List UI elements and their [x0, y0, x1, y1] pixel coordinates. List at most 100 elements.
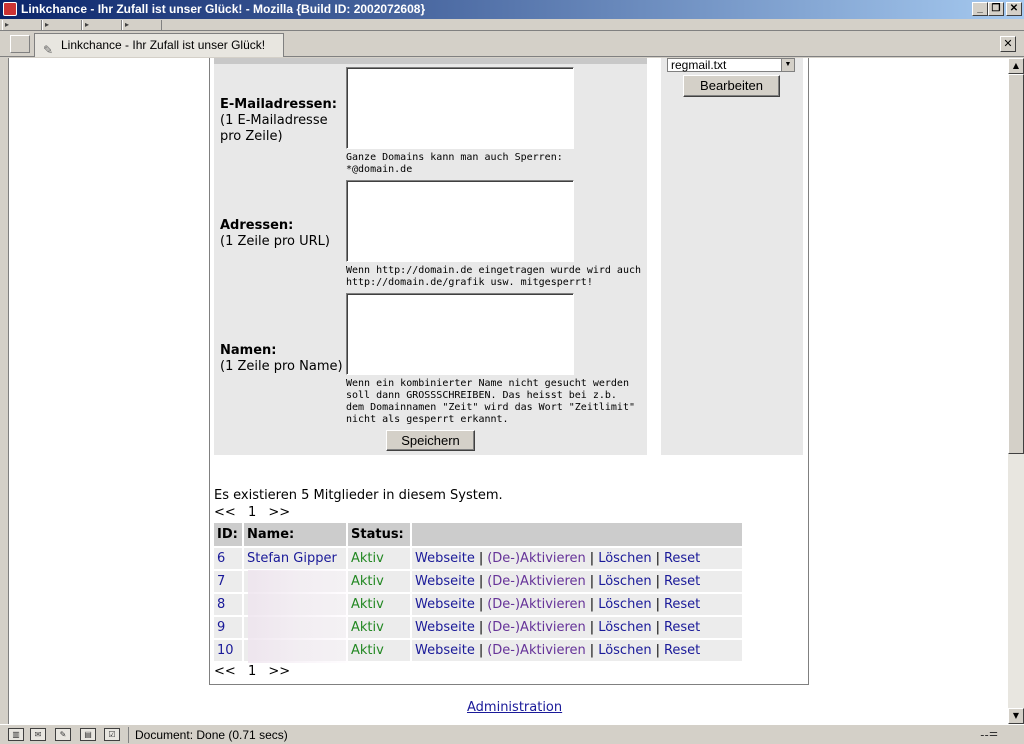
status-text: Document: Done (0.71 secs)	[128, 727, 288, 743]
composer-icon[interactable]: ✎	[55, 728, 71, 741]
pager-top: << 1 >>	[214, 505, 298, 520]
toolbar-grippy[interactable]: ▸	[42, 20, 82, 30]
col-actions	[412, 523, 744, 546]
pager-page[interactable]: 1	[248, 664, 256, 679]
member-status: Aktiv	[348, 571, 412, 592]
names-textarea[interactable]	[346, 293, 574, 375]
urls-hint: Wenn http://domain.de eingetragen wurde …	[346, 265, 642, 288]
administration-link[interactable]: Administration	[467, 700, 562, 715]
mozilla-app-icon	[3, 2, 17, 16]
separator: |	[655, 574, 660, 589]
member-actions: Webseite | (De-)Aktivieren | Löschen | Reset	[412, 640, 744, 661]
separator: |	[478, 574, 484, 589]
website-link[interactable]: Webseite	[415, 620, 475, 635]
col-id: ID:	[214, 523, 244, 546]
tab-linkchance[interactable]: ✎ Linkchance - Ihr Zufall ist unser Glüc…	[34, 33, 284, 57]
col-status: Status:	[348, 523, 412, 546]
email-hint: Ganze Domains kann man auch Sperren: *@do…	[346, 152, 563, 175]
member-actions: Webseite | (De-)Aktivieren | Löschen | Reset	[412, 617, 744, 638]
toggle-active-link[interactable]: (De-)Aktivieren	[487, 574, 586, 589]
toggle-active-link[interactable]: (De-)Aktivieren	[487, 597, 586, 612]
col-name: Name:	[244, 523, 348, 546]
member-id: 7	[214, 571, 244, 592]
scroll-up-icon[interactable]: ▲	[1008, 58, 1024, 74]
member-actions: Webseite | (De-)Aktivieren | Löschen | Reset	[412, 548, 744, 569]
file-select[interactable]: regmail.txt ▼	[667, 58, 795, 72]
close-tab-icon[interactable]: ✕	[1000, 36, 1016, 52]
file-select-value: regmail.txt	[671, 58, 727, 72]
member-id: 6	[214, 548, 244, 569]
separator: |	[589, 551, 595, 566]
status-bar: ▥ ✉ ✎ ▤ ☑ Document: Done (0.71 secs) ⚋⚌	[0, 724, 1024, 744]
delete-link[interactable]: Löschen	[598, 551, 651, 566]
blocklist-form: E-Mailadressen: (1 E-Mailadresse pro Zei…	[214, 58, 647, 455]
delete-link[interactable]: Löschen	[598, 643, 651, 658]
minimize-button[interactable]: _	[972, 2, 988, 16]
delete-link[interactable]: Löschen	[598, 574, 651, 589]
reset-link[interactable]: Reset	[664, 574, 700, 589]
member-count-text: Es existieren 5 Mitglieder in diesem Sys…	[214, 488, 503, 503]
website-link[interactable]: Webseite	[415, 574, 475, 589]
address-book-icon[interactable]: ▤	[80, 728, 96, 741]
toolbar-grippy[interactable]: ▸	[122, 20, 162, 30]
delete-link[interactable]: Löschen	[598, 597, 651, 612]
maximize-button[interactable]: ❐	[988, 2, 1004, 16]
website-link[interactable]: Webseite	[415, 597, 475, 612]
delete-link[interactable]: Löschen	[598, 620, 651, 635]
pager-bottom: << 1 >>	[214, 664, 298, 679]
email-textarea[interactable]	[346, 67, 574, 149]
tab-bar: ✎ Linkchance - Ihr Zufall ist unser Glüc…	[0, 31, 1024, 57]
website-link[interactable]: Webseite	[415, 551, 475, 566]
pager-next[interactable]: >>	[268, 664, 290, 679]
toolbar-grippy[interactable]: ▸	[2, 20, 42, 30]
member-id: 9	[214, 617, 244, 638]
member-status: Aktiv	[348, 548, 412, 569]
mail-icon[interactable]: ✉	[30, 728, 46, 741]
window-title: Linkchance - Ihr Zufall ist unser Glück!…	[21, 2, 426, 16]
toggle-active-link[interactable]: (De-)Aktivieren	[487, 643, 586, 658]
navigator-icon[interactable]: ▥	[8, 728, 24, 741]
save-button[interactable]: Speichern	[386, 430, 475, 451]
pager-prev[interactable]: <<	[214, 505, 236, 520]
page-viewport: E-Mailadressen: (1 E-Mailadresse pro Zei…	[9, 58, 1008, 724]
urls-sublabel: (1 Zeile pro URL)	[220, 234, 330, 249]
email-sublabel: (1 E-Mailadresse pro Zeile)	[220, 113, 328, 144]
separator: |	[589, 597, 595, 612]
member-id: 8	[214, 594, 244, 615]
separator: |	[655, 620, 660, 635]
urls-textarea[interactable]	[346, 180, 574, 262]
chevron-down-icon[interactable]: ▼	[781, 59, 794, 71]
vertical-scrollbar[interactable]: ▲ ▼	[1008, 58, 1024, 724]
file-edit-panel: regmail.txt ▼ Bearbeiten	[661, 58, 803, 455]
edit-button[interactable]: Bearbeiten	[683, 75, 780, 97]
names-label: Namen:	[220, 343, 277, 358]
separator: |	[478, 551, 484, 566]
email-label: E-Mailadressen:	[220, 97, 337, 112]
pager-next[interactable]: >>	[268, 505, 290, 520]
form-header-strip	[214, 58, 647, 64]
separator: |	[478, 597, 484, 612]
member-name[interactable]: Stefan Gipper	[244, 548, 348, 569]
toggle-active-link[interactable]: (De-)Aktivieren	[487, 620, 586, 635]
reset-link[interactable]: Reset	[664, 620, 700, 635]
chat-icon[interactable]: ☑	[104, 728, 120, 741]
pager-page[interactable]: 1	[248, 505, 256, 520]
reset-link[interactable]: Reset	[664, 597, 700, 612]
scroll-down-icon[interactable]: ▼	[1008, 708, 1024, 724]
names-sublabel: (1 Zeile pro Name)	[220, 359, 343, 374]
close-window-button[interactable]: ✕	[1006, 2, 1022, 16]
separator: |	[478, 643, 484, 658]
names-hint: Wenn ein kombinierter Name nicht gesucht…	[346, 378, 635, 425]
new-tab-icon[interactable]	[10, 35, 30, 53]
pager-prev[interactable]: <<	[214, 664, 236, 679]
scrollbar-thumb[interactable]	[1008, 74, 1024, 454]
toggle-active-link[interactable]: (De-)Aktivieren	[487, 551, 586, 566]
website-link[interactable]: Webseite	[415, 643, 475, 658]
reset-link[interactable]: Reset	[664, 551, 700, 566]
urls-label: Adressen:	[220, 218, 294, 233]
sidebar-splitter[interactable]	[0, 58, 9, 724]
reset-link[interactable]: Reset	[664, 643, 700, 658]
separator: |	[589, 643, 595, 658]
separator: |	[655, 597, 660, 612]
toolbar-grippy[interactable]: ▸	[82, 20, 122, 30]
